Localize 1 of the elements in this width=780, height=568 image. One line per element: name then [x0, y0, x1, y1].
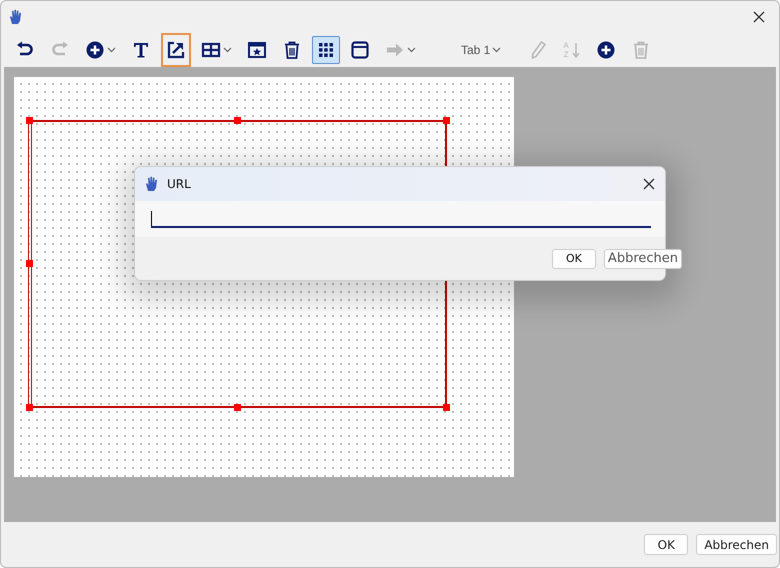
- dialog-title: URL: [167, 177, 191, 191]
